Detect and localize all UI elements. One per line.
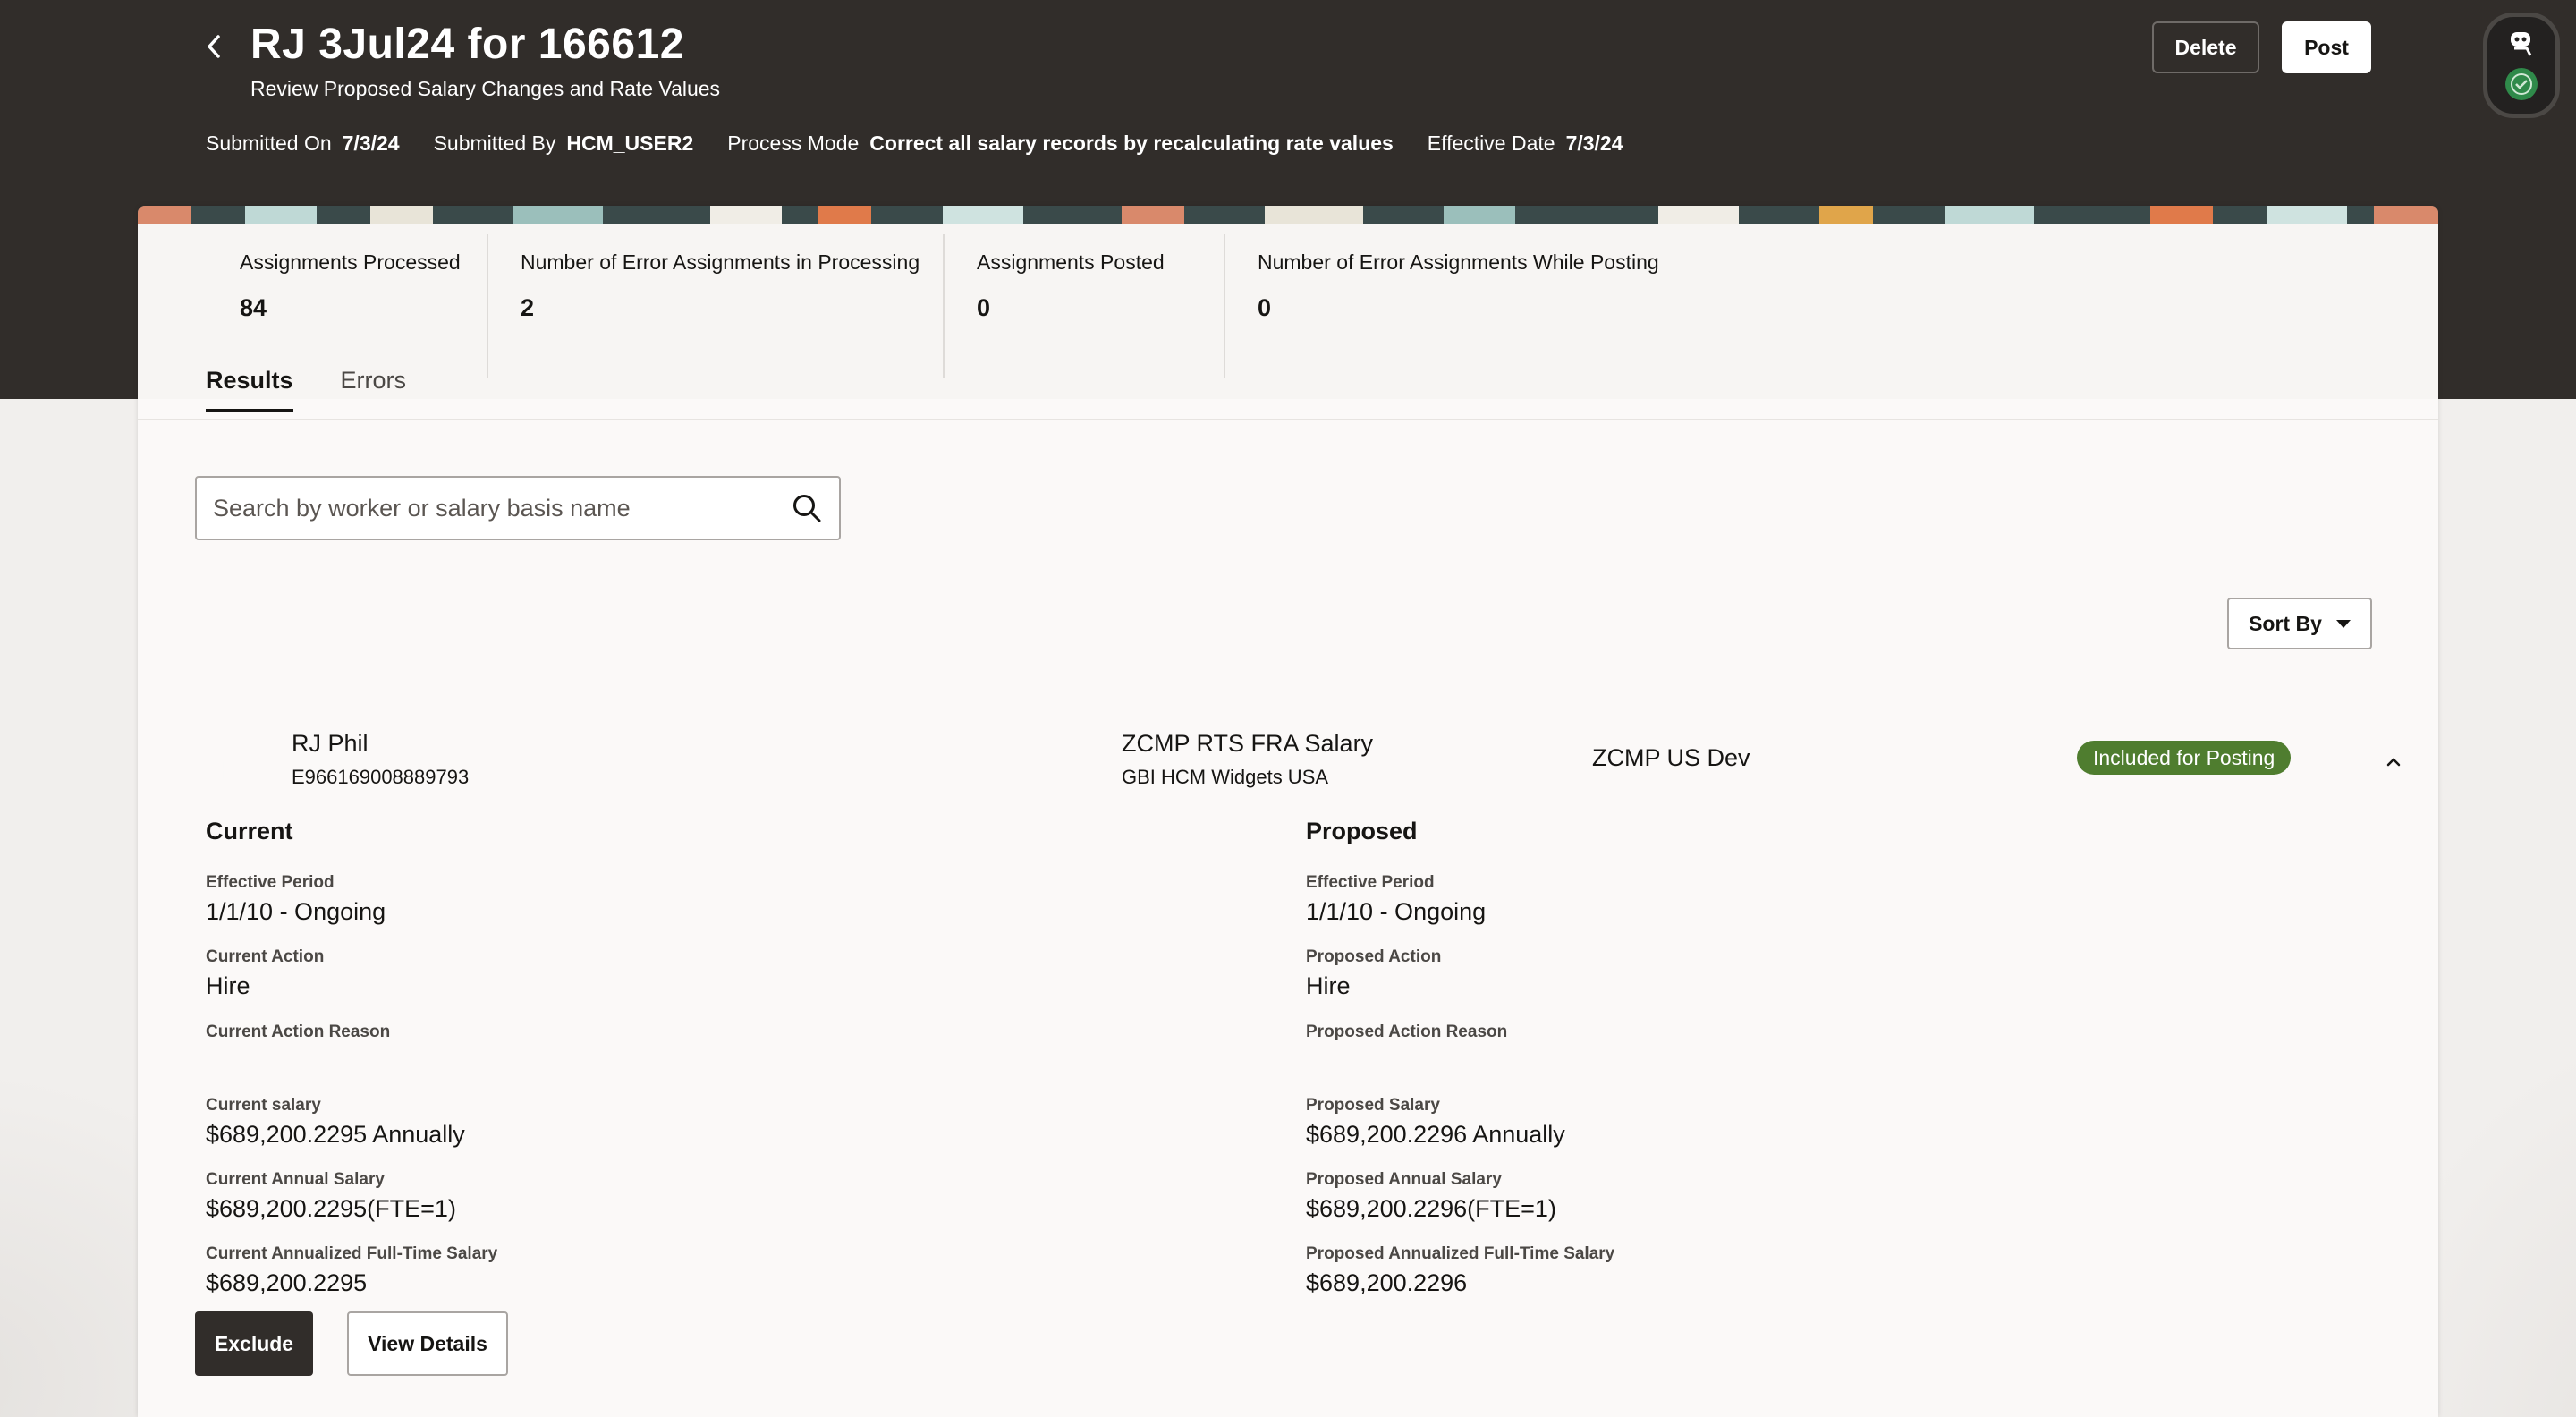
proposed-action-reason: Proposed Action Reason: [1306, 1022, 1508, 1041]
proposed-annualized-salary: Proposed Annualized Full-Time Salary $68…: [1306, 1244, 1615, 1296]
status-badge: Included for Posting: [2077, 741, 2292, 775]
metric-divider: [487, 234, 488, 378]
metric-assignments-processed: Assignments Processed 84: [240, 250, 461, 321]
tab-results[interactable]: Results: [206, 367, 293, 412]
plan-name: ZCMP US Dev: [1592, 744, 1750, 771]
proposed-action: Proposed Action Hire: [1306, 947, 1442, 999]
tab-errors[interactable]: Errors: [341, 367, 407, 412]
metrics-summary: Assignments Processed 84 Number of Error…: [138, 224, 2438, 399]
salary-basis-name: ZCMP RTS FRA Salary: [1122, 730, 1374, 757]
avatar: RP: [208, 741, 267, 800]
current-salary: Current salary $689,200.2295 Annually: [206, 1096, 465, 1148]
page-subtitle: Review Proposed Salary Changes and Rate …: [250, 77, 721, 100]
tab-divider: [138, 419, 2438, 420]
view-details-button[interactable]: View Details: [347, 1311, 508, 1376]
sort-by-button[interactable]: Sort By: [2227, 598, 2372, 649]
meta-submitted-on: Submitted On 7/3/24: [206, 132, 400, 155]
proposed-heading: Proposed: [1306, 818, 1418, 844]
collapse-button[interactable]: [2376, 744, 2411, 780]
metric-error-processing: Number of Error Assignments in Processin…: [521, 250, 920, 321]
meta-effective-date: Effective Date 7/3/24: [1427, 132, 1623, 155]
proposed-salary: Proposed Salary $689,200.2296 Annually: [1306, 1096, 1565, 1148]
current-annual-salary: Current Annual Salary $689,200.2295(FTE=…: [206, 1170, 456, 1222]
result-row-header: RP RJ Phil E966169008889793 ZCMP RTS FRA…: [138, 721, 2438, 810]
meta-process-mode: Process Mode Correct all salary records b…: [727, 132, 1394, 155]
search-box: [195, 476, 841, 540]
digital-assistant-widget[interactable]: [2483, 13, 2560, 118]
delete-button[interactable]: Delete: [2152, 21, 2259, 73]
metric-assignments-posted: Assignments Posted 0: [977, 250, 1165, 321]
current-heading: Current: [206, 818, 293, 844]
results-card: Assignments Processed 84 Number of Error…: [138, 206, 2438, 1417]
assistant-bot-icon: [2511, 32, 2532, 56]
legal-employer: GBI HCM Widgets USA: [1122, 766, 1329, 788]
search-input[interactable]: [213, 494, 791, 522]
search-icon[interactable]: [791, 492, 823, 524]
metric-error-posting: Number of Error Assignments While Postin…: [1258, 250, 1659, 321]
tab-bar: Results Errors: [206, 367, 406, 412]
row-actions: Exclude View Details: [195, 1311, 508, 1376]
meta-submitted-by: Submitted By HCM_USER2: [433, 132, 694, 155]
metric-divider: [943, 234, 945, 378]
back-button[interactable]: [199, 29, 229, 64]
current-effective-period: Effective Period 1/1/10 - Ongoing: [206, 873, 386, 925]
caret-down-icon: [2335, 619, 2351, 628]
check-circle-icon: [2505, 68, 2538, 100]
current-action: Current Action Hire: [206, 947, 325, 999]
metric-divider: [1224, 234, 1225, 378]
worker-id: E966169008889793: [292, 766, 470, 788]
post-button[interactable]: Post: [2282, 21, 2371, 73]
proposed-annual-salary: Proposed Annual Salary $689,200.2296(FTE…: [1306, 1170, 1556, 1222]
submission-details: Submitted On 7/3/24 Submitted By HCM_USER2…: [206, 132, 1623, 156]
chevron-left-icon: [208, 35, 220, 58]
current-action-reason: Current Action Reason: [206, 1022, 391, 1041]
chevron-up-icon: [2386, 758, 2401, 767]
worker-name: RJ Phil: [292, 730, 369, 757]
current-annualized-salary: Current Annualized Full-Time Salary $689…: [206, 1244, 498, 1296]
decorative-banner: [138, 206, 2438, 224]
page-title: RJ 3Jul24 for 166612: [250, 21, 684, 68]
exclude-button[interactable]: Exclude: [195, 1311, 313, 1376]
proposed-effective-period: Effective Period 1/1/10 - Ongoing: [1306, 873, 1487, 925]
